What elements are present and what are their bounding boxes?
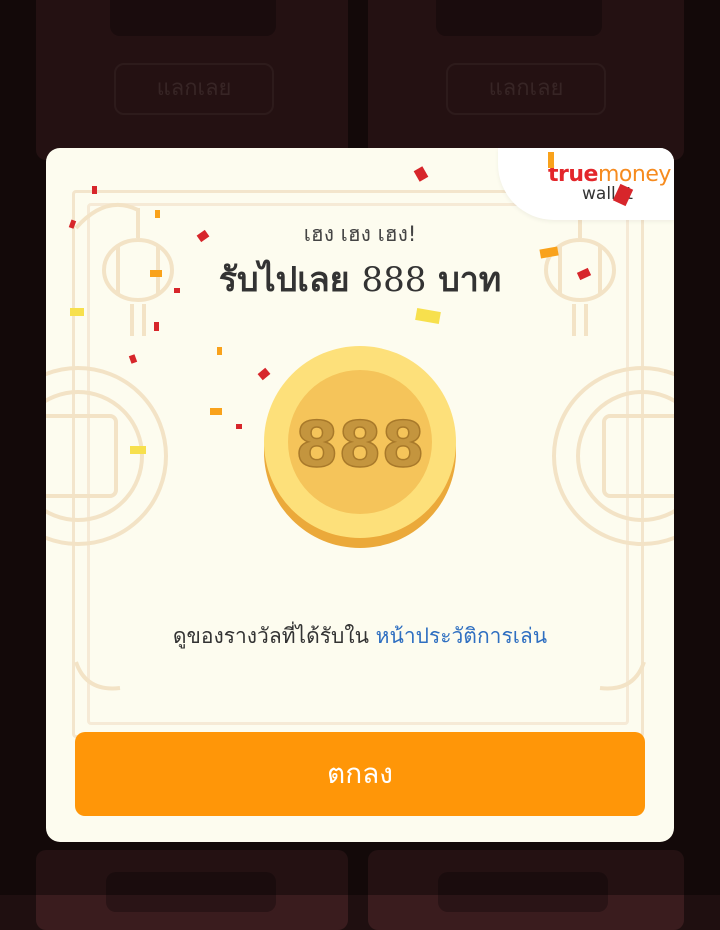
coin-label: 888 (295, 408, 424, 481)
reward-modal: true money wallet เฮง เฮง เฮง! รับไปเลย … (46, 148, 674, 842)
truemoney-wallet-logo: true money wallet (498, 148, 674, 220)
history-link[interactable]: หน้าประวัติการเล่น (376, 624, 548, 648)
reward-headline: รับไปเลย 888 บาท (46, 252, 674, 306)
history-caption: ดูของรางวัลที่ได้รับใน หน้าประวัติการเล่… (46, 620, 674, 653)
reward-amount: 888 (361, 260, 427, 300)
headline-prefix: รับไปเลย (218, 260, 350, 300)
greeting-text: เฮง เฮง เฮง! (303, 222, 417, 246)
brand-wallet-text: wallet (582, 184, 633, 204)
coin-icon: 888 (262, 344, 458, 550)
headline-suffix: บาท (438, 260, 502, 300)
confirm-button[interactable]: ตกลง (75, 732, 645, 816)
caption-text: ดูของรางวัลที่ได้รับใน (172, 624, 369, 648)
